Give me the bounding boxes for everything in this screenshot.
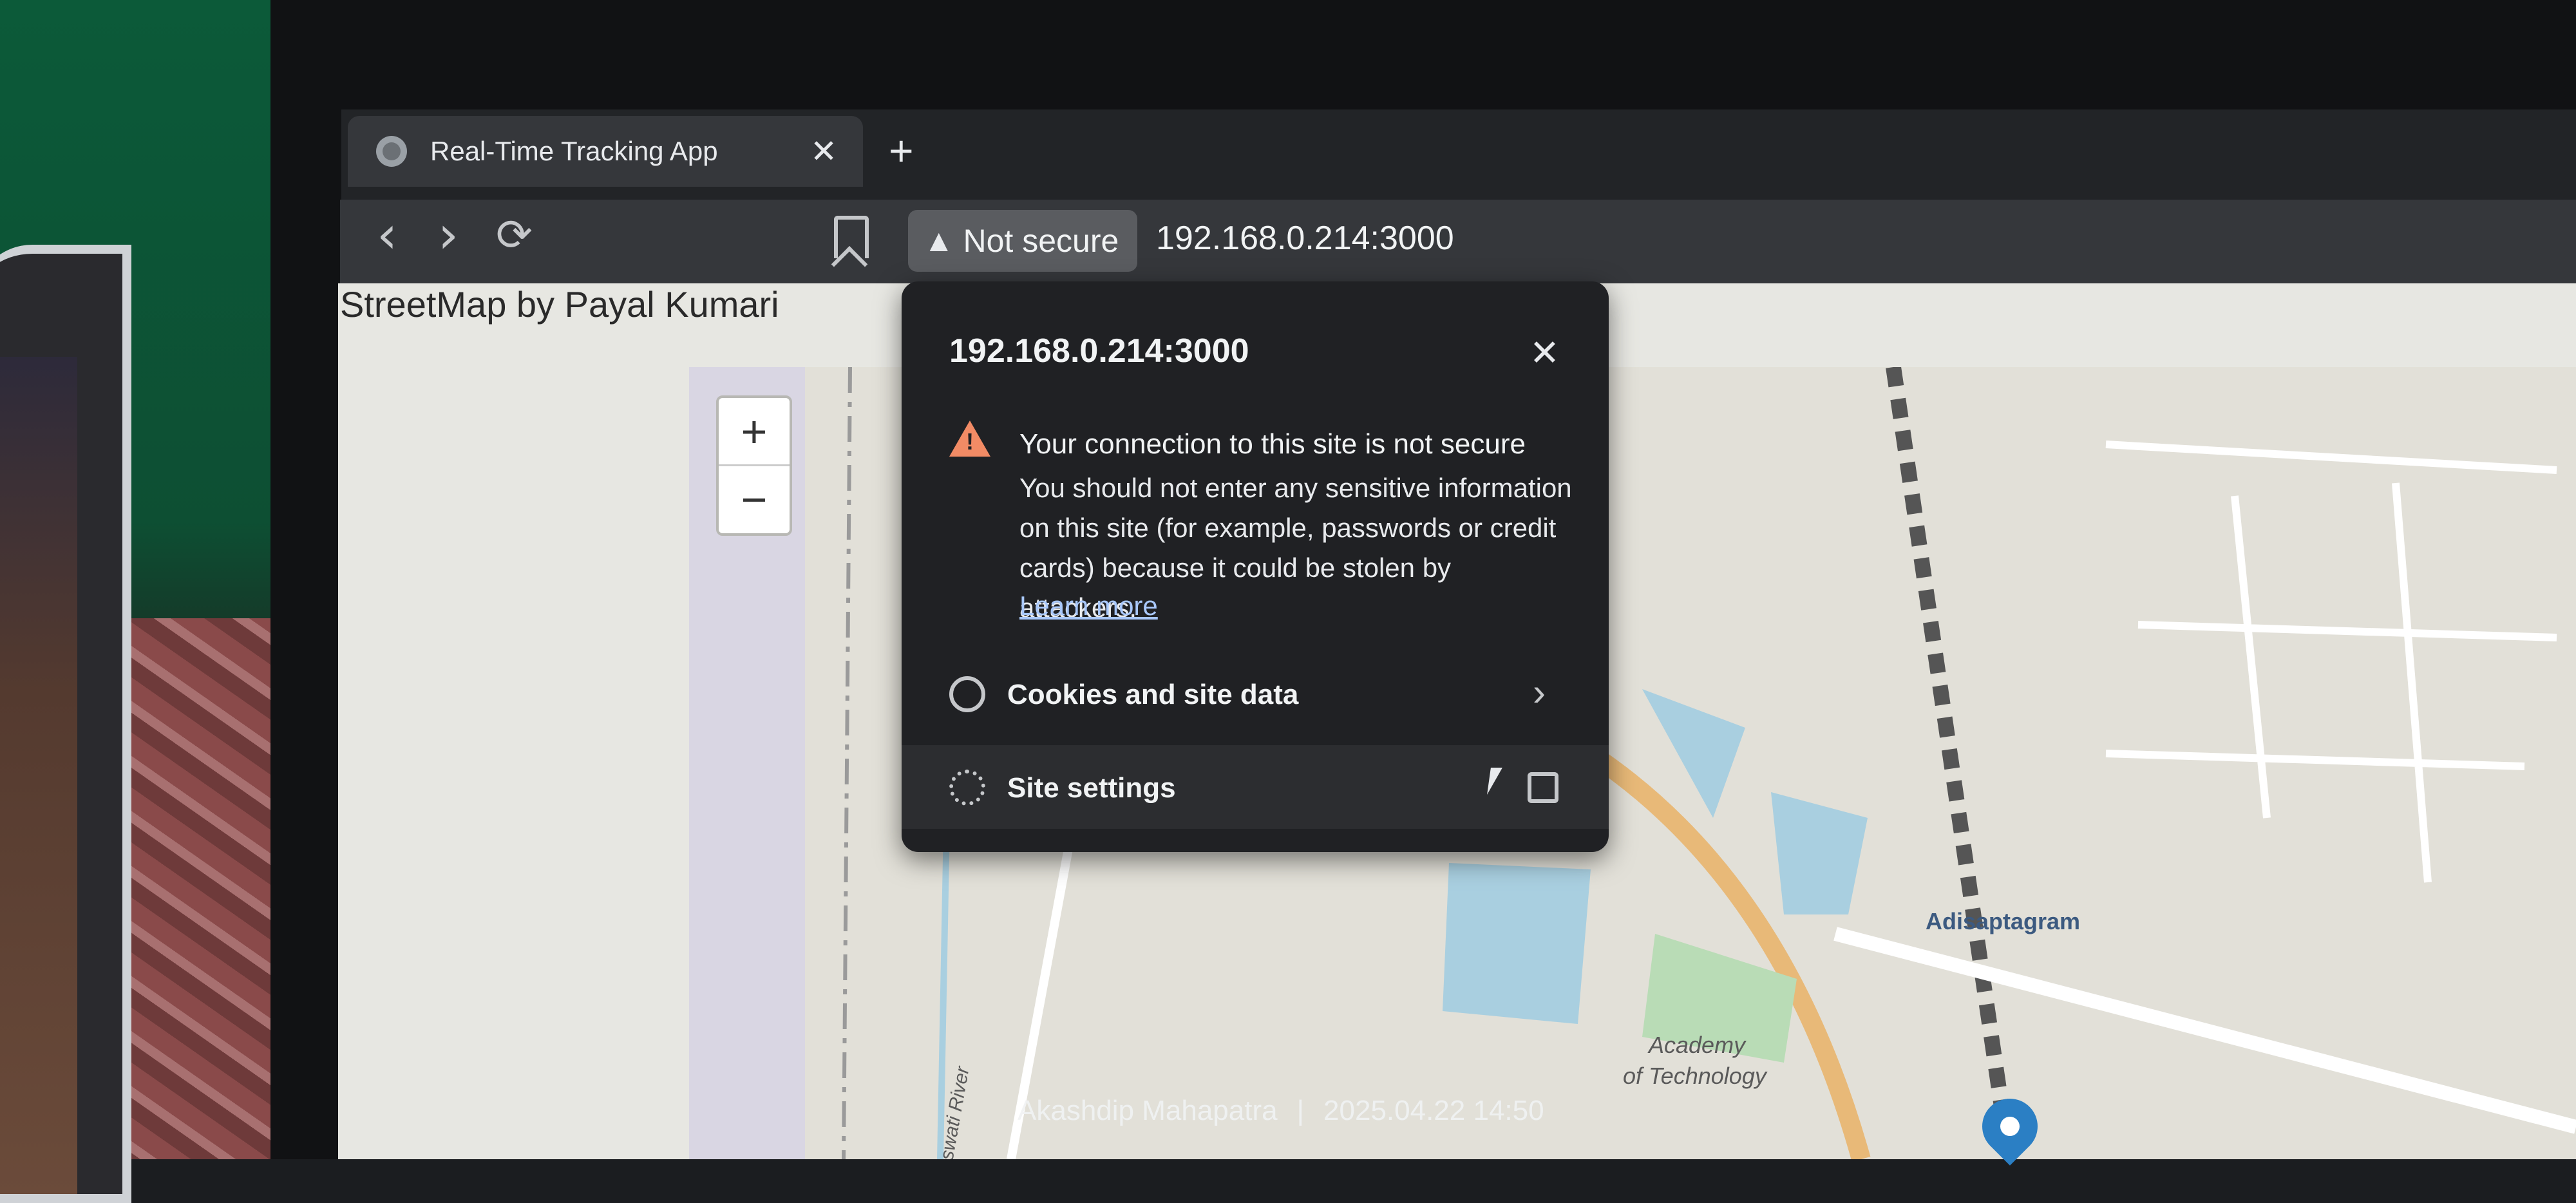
not-secure-chip[interactable]: ▲ Not secure	[908, 210, 1137, 272]
map-label-of-technology: of Technology	[1623, 1063, 1766, 1089]
address-bar[interactable]: 192.168.0.214:3000	[1156, 219, 1454, 258]
map-pond-2	[1771, 792, 1868, 914]
map-streets	[2105, 440, 2557, 883]
tab-real-time-tracking[interactable]: Real-Time Tracking App ✕	[348, 116, 863, 187]
phone-screen	[0, 357, 77, 1194]
site-settings-row[interactable]: Site settings	[902, 745, 1609, 829]
gear-icon	[949, 770, 985, 806]
learn-more-link[interactable]: Learn more	[1019, 591, 1158, 621]
globe-icon	[376, 136, 407, 167]
cookie-icon	[949, 676, 985, 712]
chevron-right-icon: ›	[1533, 670, 1546, 714]
site-info-popup: 192.168.0.214:3000 ✕ ! Your connection t…	[902, 281, 1609, 852]
warning-triangle-icon: !	[949, 421, 990, 457]
map-label-adisaptagram: Adisaptagram	[1926, 908, 2081, 934]
map-railway	[1886, 367, 2017, 1159]
watermark-separator: |	[1296, 1095, 1305, 1126]
new-tab-button[interactable]: +	[889, 126, 914, 175]
back-button[interactable]: ‹	[377, 205, 397, 265]
warning-icon: ▲	[923, 223, 954, 258]
not-secure-label: Not secure	[963, 223, 1119, 259]
close-tab-icon[interactable]: ✕	[810, 133, 837, 170]
map-pond-3	[1443, 863, 1591, 1024]
forward-button[interactable]: ›	[438, 205, 459, 265]
open-external-icon	[1528, 772, 1558, 803]
warning-title: Your connection to this site is not secu…	[1019, 428, 1526, 460]
map-rail-left	[842, 367, 852, 1159]
site-settings-label: Site settings	[1007, 772, 1176, 804]
photo-watermark: Akashdip Mahapatra | 2025.04.22 14:50	[1018, 1095, 1544, 1127]
bookmark-icon[interactable]	[834, 216, 869, 258]
cookies-row[interactable]: Cookies and site data ›	[902, 652, 1609, 735]
zoom-out-button[interactable]: −	[719, 466, 790, 533]
map-road-east	[1833, 927, 2576, 1134]
popup-host: 192.168.0.214:3000	[949, 332, 1249, 370]
browser-toolbar	[340, 200, 2576, 283]
watermark-name: Akashdip Mahapatra	[1018, 1095, 1278, 1126]
popup-close-button[interactable]: ✕	[1530, 332, 1560, 374]
map-label-academy: Academy	[1649, 1032, 1746, 1058]
tab-title: Real-Time Tracking App	[430, 136, 718, 166]
watermark-timestamp: 2025.04.22 14:50	[1323, 1095, 1544, 1126]
phone-device	[0, 245, 131, 1203]
zoom-control: + −	[716, 395, 792, 536]
reload-button[interactable]: ⟳	[496, 210, 533, 261]
cookies-label: Cookies and site data	[1007, 679, 1299, 710]
page-header: StreetMap by Payal Kumari	[340, 284, 779, 325]
zoom-in-button[interactable]: +	[719, 398, 790, 466]
